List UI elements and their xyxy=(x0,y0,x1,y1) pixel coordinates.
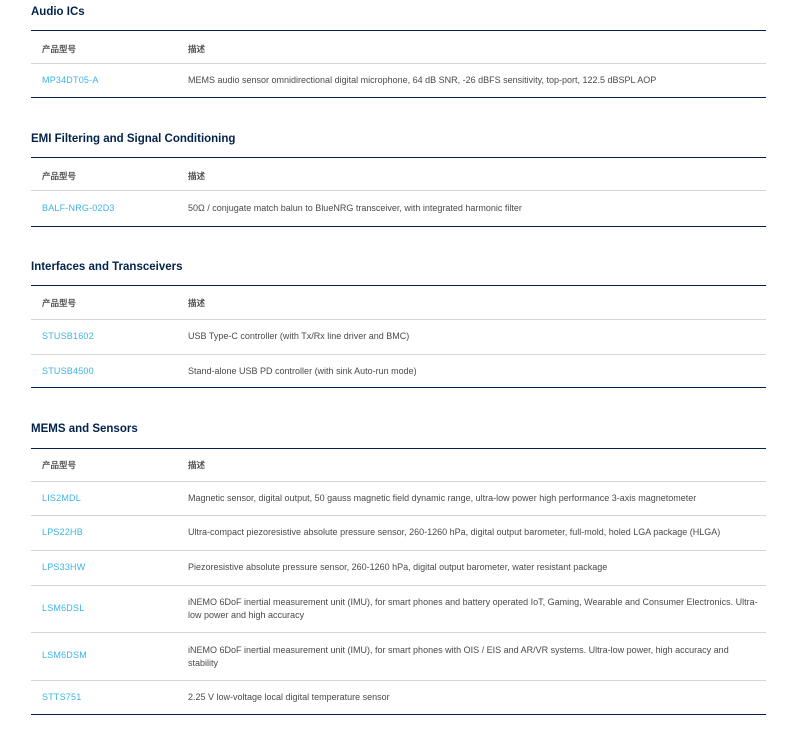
part-link[interactable]: LSM6DSL xyxy=(42,603,84,613)
part-description: MEMS audio sensor omnidirectional digita… xyxy=(188,75,657,85)
part-description: 50Ω / conjugate match balun to BlueNRG t… xyxy=(188,203,522,213)
divider xyxy=(31,157,766,158)
column-header-part: 产品型号 xyxy=(42,298,77,308)
part-link[interactable]: LPS22HB xyxy=(42,527,83,537)
part-description: iNEMO 6DoF inertial measurement unit (IM… xyxy=(188,645,729,668)
column-header-description: 描述 xyxy=(188,44,206,54)
column-header-description: 描述 xyxy=(188,298,206,308)
divider xyxy=(31,481,766,482)
part-link[interactable]: LPS33HW xyxy=(42,562,85,572)
divider xyxy=(31,448,766,449)
divider xyxy=(31,226,766,227)
part-link[interactable]: BALF-NRG-02D3 xyxy=(42,203,115,213)
divider xyxy=(31,30,766,31)
section-title: Audio ICs xyxy=(31,6,85,18)
section-title: Interfaces and Transceivers xyxy=(31,261,183,273)
section-title: EMI Filtering and Signal Conditioning xyxy=(31,133,236,145)
column-header-description: 描述 xyxy=(188,460,206,470)
divider xyxy=(31,550,766,551)
divider xyxy=(31,515,766,516)
divider xyxy=(31,632,766,633)
part-link[interactable]: LIS2MDL xyxy=(42,493,81,503)
part-link[interactable]: MP34DT05-A xyxy=(42,75,99,85)
column-header-part: 产品型号 xyxy=(42,171,77,181)
part-description: USB Type-C controller (with Tx/Rx line d… xyxy=(188,331,410,341)
divider xyxy=(31,354,766,355)
divider xyxy=(31,63,766,64)
part-link[interactable]: LSM6DSM xyxy=(42,650,87,660)
divider xyxy=(31,387,766,388)
part-description: iNEMO 6DoF inertial measurement unit (IM… xyxy=(188,597,758,620)
part-description: Piezoresistive absolute pressure sensor,… xyxy=(188,562,608,572)
divider xyxy=(31,97,766,98)
divider xyxy=(31,714,766,715)
column-header-part: 产品型号 xyxy=(42,44,77,54)
divider xyxy=(31,680,766,681)
divider xyxy=(31,585,766,586)
column-header-description: 描述 xyxy=(188,171,206,181)
divider xyxy=(31,190,766,191)
column-header-part: 产品型号 xyxy=(42,460,77,470)
part-link[interactable]: STTS751 xyxy=(42,692,81,702)
part-description: Magnetic sensor, digital output, 50 gaus… xyxy=(188,493,697,503)
divider xyxy=(31,319,766,320)
section-title: MEMS and Sensors xyxy=(31,423,138,435)
part-description: 2.25 V low-voltage local digital tempera… xyxy=(188,692,390,702)
divider xyxy=(31,285,766,286)
part-link[interactable]: STUSB4500 xyxy=(42,366,94,376)
part-description: Ultra-compact piezoresistive absolute pr… xyxy=(188,527,721,537)
part-description: Stand-alone USB PD controller (with sink… xyxy=(188,366,417,376)
part-link[interactable]: STUSB1602 xyxy=(42,331,94,341)
